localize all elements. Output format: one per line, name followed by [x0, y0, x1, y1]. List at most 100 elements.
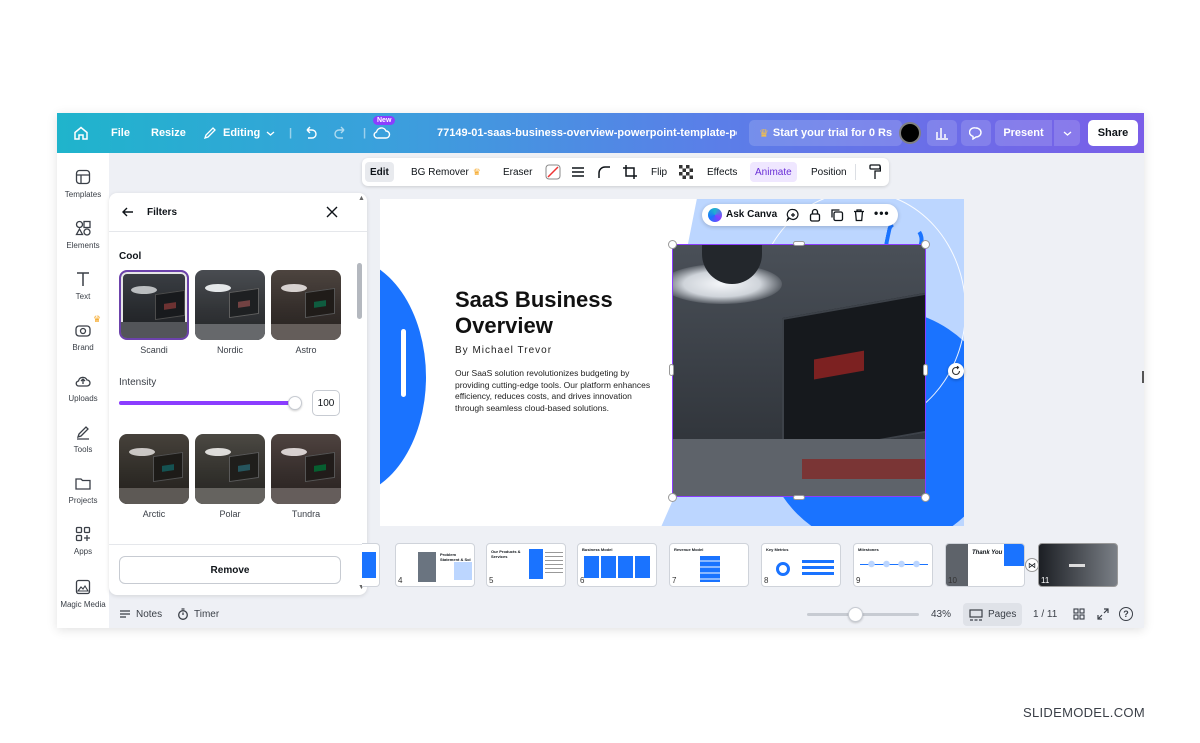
resize-handle-left[interactable] [669, 364, 674, 376]
sidebar-item-text[interactable]: Text [57, 260, 109, 310]
intensity-slider-handle[interactable] [288, 396, 302, 410]
page-counter[interactable]: 1 / 11 [1033, 609, 1057, 620]
zoom-slider[interactable] [807, 607, 919, 622]
remove-filter-button[interactable]: Remove [119, 556, 341, 584]
crop-icon [623, 165, 637, 179]
page-thumbnail-10[interactable]: Thank You 10 [945, 543, 1025, 587]
comment-add-button[interactable] [786, 208, 800, 225]
filter-label: Scandi [140, 345, 168, 355]
resize-menu[interactable]: Resize [151, 113, 186, 153]
page-thumbnail-7[interactable]: Revenue Model 7 [669, 543, 749, 587]
page-thumbnail-4[interactable]: Problem Statement & Sol 4 [395, 543, 475, 587]
edit-button[interactable]: Edit [365, 162, 394, 182]
crop-button[interactable] [618, 162, 642, 182]
duplicate-icon [831, 209, 844, 222]
scrollbar-thumb[interactable] [357, 263, 362, 319]
filter-thumbnail-polar[interactable] [195, 434, 265, 504]
bg-remover-button[interactable]: BG Remover ♛ [406, 162, 486, 182]
panel-scrollbar[interactable]: ▲ ▼ [353, 193, 367, 595]
rotate-handle[interactable] [948, 363, 964, 379]
avatar[interactable] [899, 122, 921, 144]
transition-button[interactable]: ⋈ [1025, 558, 1039, 572]
intensity-slider[interactable] [119, 396, 302, 410]
help-button[interactable]: ? [1119, 607, 1133, 621]
zoom-level[interactable]: 43% [931, 609, 951, 620]
thumbnail-title: Our Products & Services [491, 549, 521, 559]
editing-menu[interactable]: Editing [203, 113, 275, 153]
intensity-value-input[interactable]: 100 [312, 390, 340, 416]
sidebar-item-apps[interactable]: Apps [57, 515, 109, 565]
back-button[interactable] [121, 205, 135, 224]
page-thumbnail-9[interactable]: Milestones 9 [853, 543, 933, 587]
sidebar-item-tools[interactable]: Tools [57, 413, 109, 463]
lock-button[interactable] [808, 208, 822, 225]
copy-style-button[interactable] [864, 162, 886, 182]
position-button[interactable]: Position [806, 162, 852, 182]
slide-body-text[interactable]: Our SaaS solution revolutionizes budgeti… [455, 368, 651, 414]
resize-handle-bottom-right[interactable] [921, 493, 930, 502]
close-button[interactable] [325, 205, 339, 224]
corner-rounding-button[interactable] [592, 162, 616, 182]
undo-button[interactable] [303, 113, 318, 153]
canvas-scroll-indicator[interactable] [1142, 371, 1144, 383]
filter-thumbnail-scandi[interactable] [119, 270, 189, 340]
present-button[interactable]: Present [995, 120, 1052, 146]
trial-button[interactable]: ♛ Start your trial for 0 Rs [749, 120, 903, 146]
fullscreen-button[interactable] [1097, 608, 1109, 623]
present-dropdown[interactable] [1054, 120, 1080, 146]
thumbnail-title: Problem Statement & Sol [440, 552, 471, 562]
redo-button[interactable] [333, 113, 348, 153]
ask-canva-button[interactable]: Ask Canva [726, 209, 777, 220]
page-thumbnail-8[interactable]: Key Metrics 8 [761, 543, 841, 587]
flip-button[interactable]: Flip [646, 162, 672, 182]
sidebar-item-uploads[interactable]: Uploads [57, 362, 109, 412]
page-thumbnail-3[interactable] [362, 543, 380, 587]
sidebar-item-templates[interactable]: Templates [57, 158, 109, 208]
file-menu[interactable]: File [111, 113, 130, 153]
sidebar-item-brand[interactable]: ♛ Brand [57, 311, 109, 361]
filter-thumbnail-arctic[interactable] [119, 434, 189, 504]
resize-handle-top[interactable] [793, 241, 805, 246]
sidebar-item-projects[interactable]: Projects [57, 464, 109, 514]
filter-thumbnail-nordic[interactable] [195, 270, 265, 340]
page-thumbnail-11[interactable]: 11 [1038, 543, 1118, 587]
eraser-button[interactable]: Eraser [498, 162, 537, 182]
document-title[interactable]: 77149-01-saas-business-overview-powerpoi… [437, 113, 737, 153]
resize-handle-top-left[interactable] [668, 240, 677, 249]
transparency-checker-button[interactable] [674, 162, 698, 182]
grid-view-button[interactable] [1073, 608, 1085, 623]
home-button[interactable] [73, 113, 89, 153]
folder-icon [75, 478, 91, 490]
sidebar-item-elements[interactable]: Elements [57, 209, 109, 259]
zoom-slider-handle[interactable] [847, 607, 863, 622]
comments-button[interactable] [961, 120, 991, 146]
notes-button[interactable]: Notes [119, 608, 162, 620]
slide-canvas[interactable]: SaaS Business Overview By Michael Trevor… [380, 199, 964, 526]
border-style-button[interactable] [566, 162, 590, 182]
effects-button[interactable]: Effects [702, 162, 742, 182]
slide-author[interactable]: By Michael Trevor [455, 345, 552, 356]
page-thumbnail-5[interactable]: Our Products & Services 5 [486, 543, 566, 587]
insights-button[interactable] [927, 120, 957, 146]
chevron-down-icon [266, 131, 275, 136]
resize-handle-right[interactable] [923, 364, 928, 376]
scroll-up-arrow[interactable]: ▲ [358, 195, 365, 202]
animate-button[interactable]: Animate [750, 162, 797, 182]
delete-button[interactable] [852, 208, 866, 225]
page-thumbnail-6[interactable]: Business Model 6 [577, 543, 657, 587]
more-options-button[interactable]: ••• [874, 206, 890, 220]
resize-handle-bottom-left[interactable] [668, 493, 677, 502]
resize-handle-top-right[interactable] [921, 240, 930, 249]
transparency-button[interactable] [540, 162, 566, 182]
pages-button[interactable]: Pages [963, 603, 1023, 626]
slide-title[interactable]: SaaS Business Overview [455, 287, 613, 339]
share-button[interactable]: Share [1088, 120, 1138, 146]
selection-frame[interactable] [672, 244, 926, 497]
duplicate-button[interactable] [830, 208, 844, 225]
resize-handle-bottom[interactable] [793, 495, 805, 500]
comment-plus-icon [786, 208, 799, 223]
filter-thumbnail-tundra[interactable] [271, 434, 341, 504]
timer-button[interactable]: Timer [177, 608, 219, 620]
sidebar-item-magic-media[interactable]: Magic Media [57, 574, 109, 624]
filter-thumbnail-astro[interactable] [271, 270, 341, 340]
